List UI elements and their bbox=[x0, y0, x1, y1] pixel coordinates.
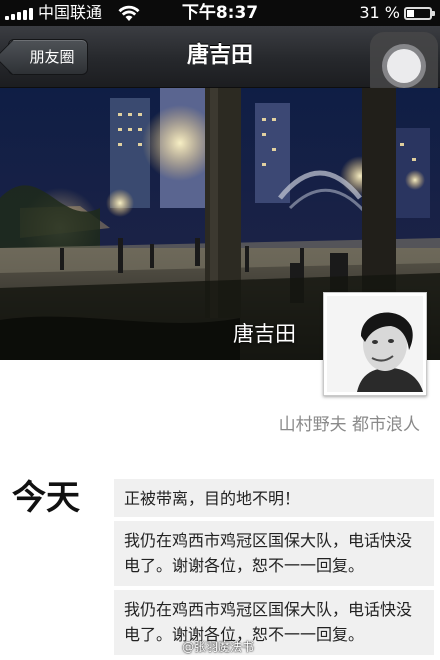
day-label: 今天 bbox=[12, 478, 80, 518]
list-item[interactable]: 我仍在鸡西市鸡冠区国保大队，电话快没电了。谢谢各位，恕不一一回复。 bbox=[114, 590, 434, 655]
battery-percent: 31 % bbox=[359, 3, 400, 22]
watermark: @张羽魔法书 bbox=[182, 640, 255, 654]
status-bar: 中国联通 下午8:37 31 % bbox=[0, 0, 440, 26]
battery-icon bbox=[404, 7, 435, 20]
list-item[interactable]: 正被带离，目的地不明！ bbox=[114, 479, 434, 517]
post-text: 正被带离，目的地不明！ bbox=[124, 489, 301, 508]
profile-signature: 山村野夫 都市浪人 bbox=[278, 415, 420, 435]
cover-name: 唐吉田 bbox=[233, 322, 296, 346]
navigation-bar: 朋友圈 唐吉田 bbox=[0, 26, 440, 100]
post-text: 我仍在鸡西市鸡冠区国保大队，电话快没电了。谢谢各位，恕不一一回复。 bbox=[124, 531, 413, 575]
post-text: 我仍在鸡西市鸡冠区国保大队，电话快没电了。谢谢各位，恕不一一回复。 bbox=[124, 600, 413, 644]
list-item[interactable]: 我仍在鸡西市鸡冠区国保大队，电话快没电了。谢谢各位，恕不一一回复。 bbox=[114, 521, 434, 586]
avatar-portrait bbox=[327, 296, 423, 392]
avatar[interactable] bbox=[323, 292, 427, 396]
